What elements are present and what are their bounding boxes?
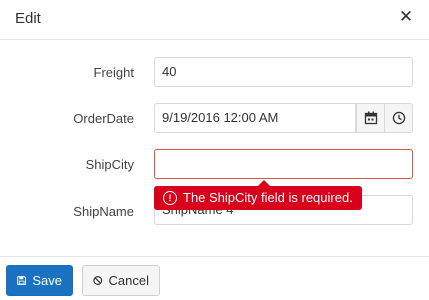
cancel-icon (93, 276, 103, 285)
ship-name-label: ShipName (73, 204, 134, 219)
validation-tooltip: ! The ShipCity field is required. (154, 180, 362, 210)
dialog-titlebar: Edit ✕ (0, 0, 429, 40)
ship-city-input[interactable] (154, 149, 413, 179)
edit-dialog: Edit ✕ Freight 40 OrderDate 9/19/2016 12… (0, 0, 429, 300)
save-button[interactable]: Save (6, 265, 73, 296)
dialog-title: Edit (15, 10, 41, 27)
order-date-input[interactable]: 9/19/2016 12:00 AM (154, 103, 356, 133)
exclamation-circle-icon: ! (163, 191, 177, 205)
time-picker-button[interactable] (384, 103, 413, 133)
calendar-button[interactable] (356, 103, 385, 133)
cancel-button[interactable]: Cancel (82, 265, 160, 296)
validation-message: The ShipCity field is required. (183, 190, 353, 205)
close-icon[interactable]: ✕ (397, 8, 415, 26)
freight-label: Freight (93, 65, 134, 80)
order-date-label: OrderDate (73, 111, 134, 126)
ship-city-label: ShipCity (85, 157, 134, 172)
cancel-button-label: Cancel (108, 273, 149, 288)
freight-input[interactable]: 40 (154, 57, 413, 87)
clock-icon (392, 111, 405, 125)
floppy-disk-icon (17, 276, 27, 285)
calendar-icon (364, 111, 377, 125)
save-button-label: Save (32, 273, 62, 288)
